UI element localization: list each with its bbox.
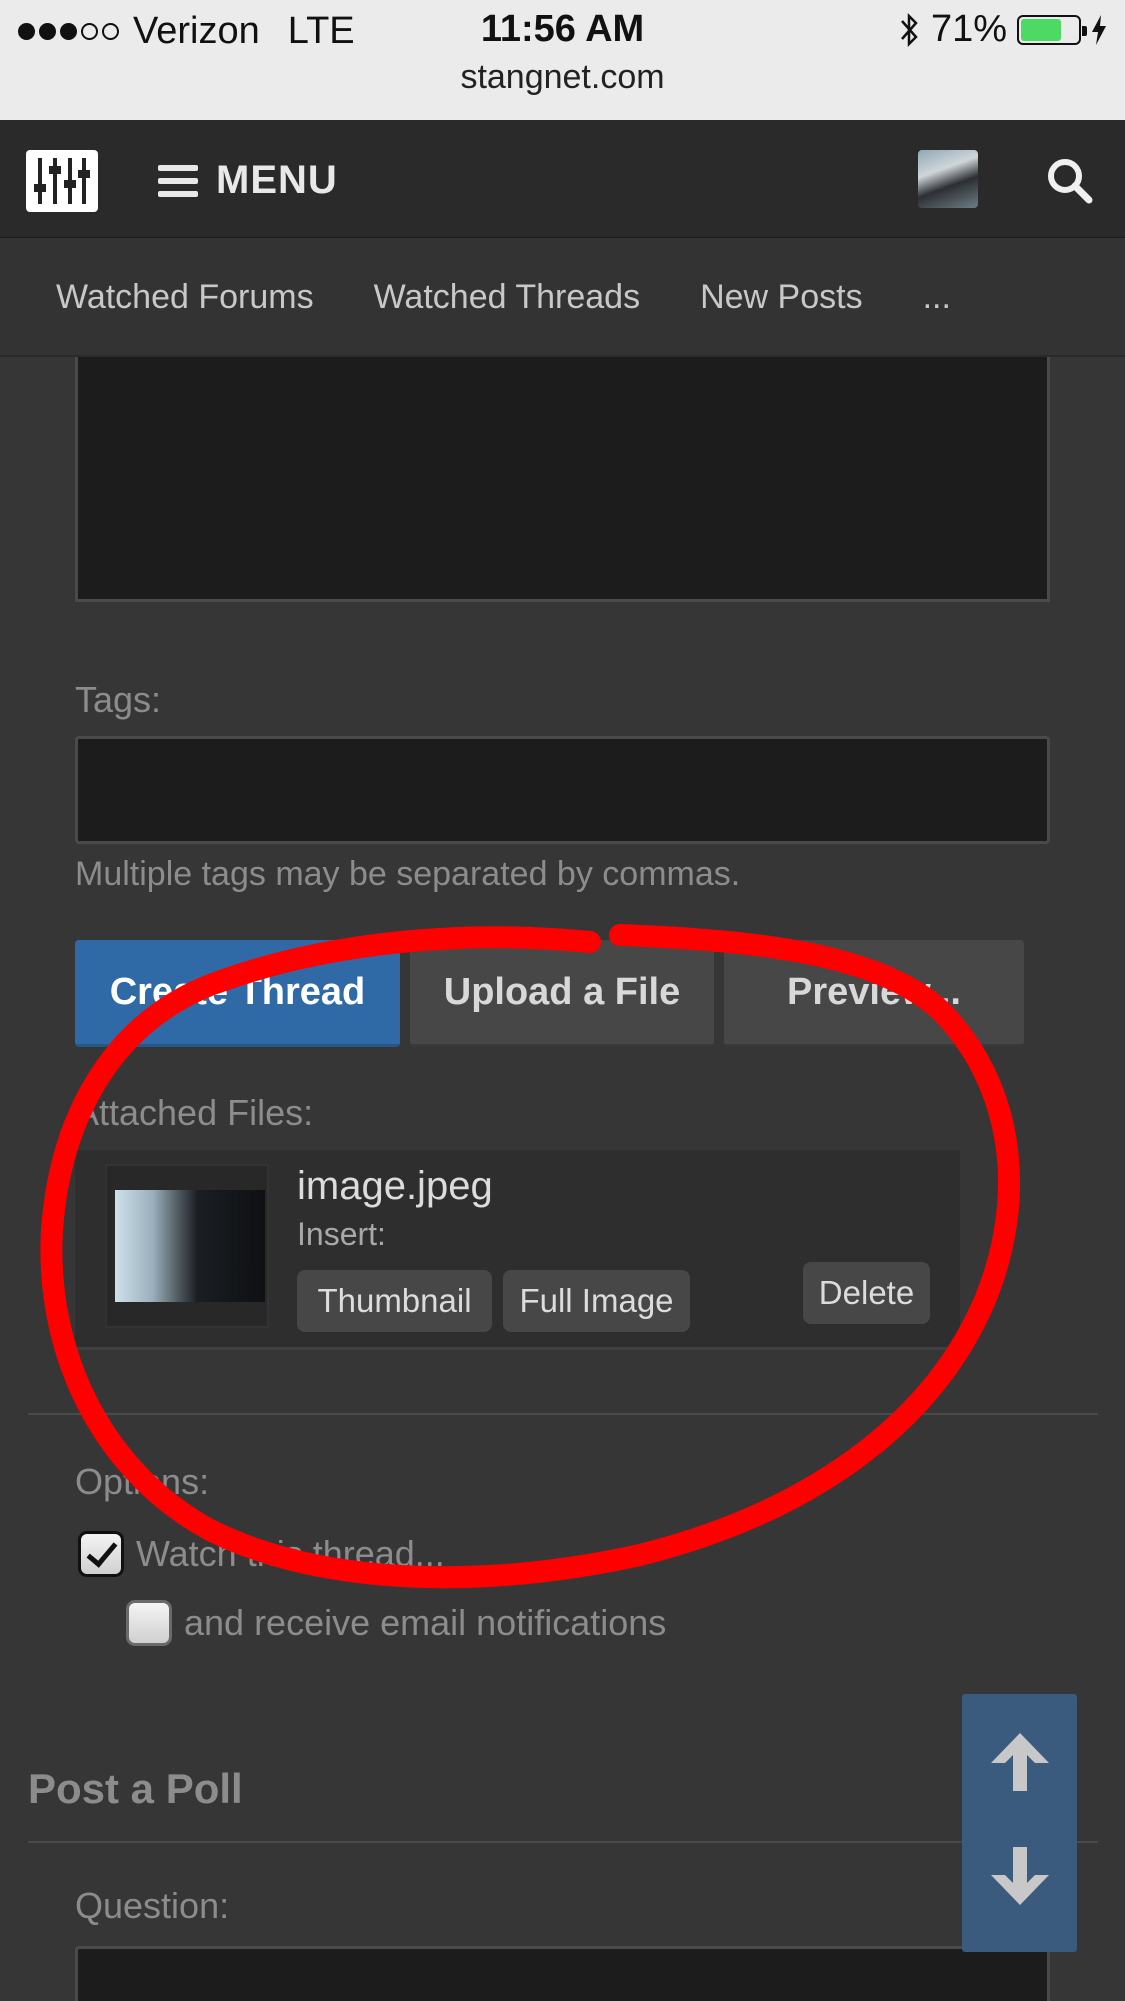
delete-attachment-button[interactable]: Delete [803,1262,930,1324]
insert-thumbnail-button[interactable]: Thumbnail [297,1270,492,1332]
attachment-file-name: image.jpeg [297,1164,493,1208]
section-divider [28,1841,1098,1843]
scroll-widget [962,1694,1077,1952]
tags-input[interactable] [75,736,1050,844]
battery-percent: 71% [930,8,1007,50]
site-header: MENU [0,120,1125,238]
form-buttons: Create Thread Upload a File Preview... [75,940,1024,1047]
scroll-down-button[interactable] [962,1816,1077,1936]
attachment-thumbnail-frame [105,1164,269,1328]
tags-label: Tags: [75,679,162,720]
poll-question-label: Question: [75,1885,230,1926]
email-notifications-label: and receive email notifications [184,1602,667,1643]
preview-button[interactable]: Preview... [724,940,1024,1047]
watch-thread-label: Watch this thread... [136,1533,445,1574]
section-divider [28,1413,1098,1415]
scroll-up-button[interactable] [962,1702,1077,1822]
watch-thread-checkbox[interactable] [78,1531,124,1577]
site-logo-icon[interactable] [26,150,98,212]
poll-question-input[interactable] [75,1946,1050,2001]
message-editor[interactable] [75,357,1050,602]
create-thread-button[interactable]: Create Thread [75,940,400,1047]
subnav-new-posts[interactable]: New Posts [700,278,863,317]
tags-hint: Multiple tags may be separated by commas… [75,855,741,893]
subnav-watched-threads[interactable]: Watched Threads [374,278,640,317]
battery-icon [1017,14,1087,45]
thread-form: Tags: Multiple tags may be separated by … [0,357,1125,2001]
email-notifications-option[interactable]: and receive email notifications [126,1600,666,1646]
post-poll-heading: Post a Poll [28,1765,243,1812]
arrow-up-icon [990,1733,1049,1791]
attachment-item: image.jpeg Insert: Thumbnail Full Image … [75,1150,960,1350]
menu-button[interactable]: MENU [158,158,338,203]
subnav-watched-forums[interactable]: Watched Forums [56,278,314,317]
bluetooth-icon [900,12,918,47]
subnav-more[interactable]: ... [923,278,951,317]
upload-file-button[interactable]: Upload a File [410,940,714,1047]
status-right: 71% [899,8,1107,51]
battery-level-fill [1021,18,1061,41]
ios-status-bar: Verizon LTE 11:56 AM 71% stangnet.com [0,0,1125,120]
insert-label: Insert: [297,1216,386,1252]
hamburger-icon [158,164,198,197]
charging-bolt-icon [1092,14,1106,45]
insert-full-image-button[interactable]: Full Image [503,1270,690,1332]
watch-thread-option[interactable]: Watch this thread... [78,1531,445,1577]
email-notifications-checkbox[interactable] [126,1600,172,1646]
user-avatar[interactable] [918,150,978,208]
options-label: Options: [75,1461,210,1502]
arrow-down-icon [990,1847,1049,1905]
address-bar-url[interactable]: stangnet.com [0,58,1125,97]
attached-files-label: Attached Files: [75,1092,314,1133]
sub-navigation: Watched Forums Watched Threads New Posts… [0,239,1125,357]
attachment-thumbnail-image[interactable] [115,1190,265,1302]
search-icon[interactable] [1045,156,1093,204]
menu-label: MENU [216,158,338,202]
